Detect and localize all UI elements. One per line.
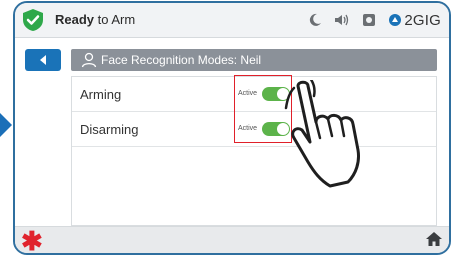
status-bold: Ready	[55, 12, 95, 27]
status-rest: to Arm	[94, 12, 136, 27]
home-icon[interactable]	[425, 231, 443, 247]
header-icons: 2GIG	[308, 11, 441, 29]
callout-arrow	[0, 113, 12, 137]
system-status: Ready to Arm	[55, 12, 135, 27]
user-icon	[81, 52, 97, 68]
2gig-logo-icon	[389, 14, 402, 26]
setting-label: Arming	[80, 87, 122, 102]
moon-icon[interactable]	[308, 13, 322, 27]
back-button[interactable]	[25, 49, 61, 71]
footer-bar: ✱	[15, 226, 449, 253]
page-title: Face Recognition Modes: Neil	[101, 53, 262, 67]
speaker-icon[interactable]	[334, 13, 350, 27]
panel-screen: Ready to Arm 2GIG Face Recognition Modes…	[13, 1, 451, 255]
status-header: Ready to Arm 2GIG	[15, 3, 449, 38]
setting-label: Disarming	[80, 122, 139, 137]
pointing-hand-icon	[284, 80, 360, 188]
shield-check-icon	[23, 9, 43, 31]
brand-name: 2GIG	[404, 11, 441, 29]
emergency-asterisk-icon[interactable]: ✱	[21, 228, 43, 253]
page-title-bar: Face Recognition Modes: Neil	[71, 49, 437, 71]
brand-logo: 2GIG	[388, 12, 441, 29]
chevron-left-icon	[40, 55, 46, 65]
camera-icon[interactable]	[362, 13, 376, 27]
